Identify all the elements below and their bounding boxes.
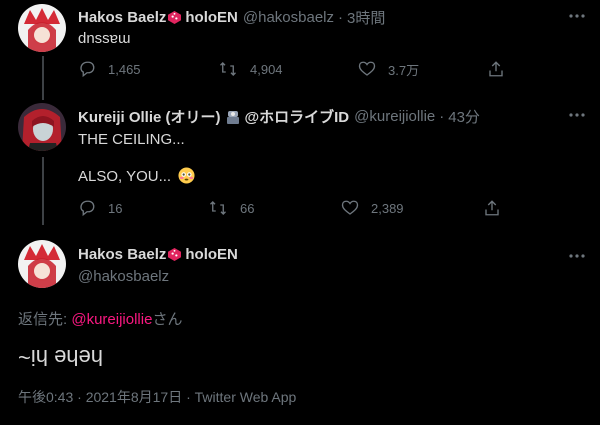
reply-button[interactable]: 16 [78, 198, 122, 218]
more-icon[interactable] [568, 105, 586, 121]
retweet-count: 66 [240, 200, 255, 216]
timestamp[interactable]: 43分 [448, 106, 480, 127]
reply-count: 16 [108, 200, 123, 216]
reply-suffix: さん [152, 311, 183, 328]
more-icon[interactable] [568, 6, 586, 22]
like-count: 3.7万 [388, 62, 420, 78]
avatar-hakos[interactable] [18, 240, 66, 288]
reply-prefix: 返信先: [18, 311, 72, 328]
main-display-name-row[interactable]: Hakos Baelz holoEN [78, 246, 238, 263]
separator-dot: · [338, 9, 343, 26]
retweet-icon [220, 62, 236, 76]
flushed-emoji [178, 167, 195, 184]
separator-dot: · [439, 108, 445, 125]
reply-to-link[interactable]: @kureijiollie [71, 311, 152, 328]
avatar-ollie[interactable] [18, 103, 66, 151]
display-name[interactable]: Kureiji Ollie (オリー) [78, 106, 221, 127]
retweet-button[interactable]: 66 [208, 198, 254, 218]
share-icon [489, 61, 503, 77]
dice-icon [168, 248, 182, 261]
reply-button[interactable]: 1,465 [78, 59, 141, 79]
retweet-icon [210, 201, 226, 215]
like-count: 2,389 [371, 200, 404, 216]
handle[interactable]: @hakosbaelz [78, 268, 169, 285]
tweet-hakos-1[interactable]: Hakos Baelz holoEN @hakosbaelz · 3時間 dns… [0, 0, 600, 100]
share-icon [485, 200, 499, 216]
thread-line [42, 56, 44, 100]
org-label: holoEN [185, 246, 238, 263]
reply-icon [80, 61, 95, 78]
tweet-text: dnssɐɯ [78, 30, 131, 47]
tweet-meta[interactable]: 午後0:43 · 2021年8月17日 · Twitter Web App [18, 387, 296, 407]
verified-icon [226, 110, 239, 124]
tweet-actions: 16 66 2,389 [78, 198, 508, 218]
tweet-actions: 1,465 4,904 3.7万 [78, 59, 508, 79]
org-label: @ホロライブID [244, 109, 350, 126]
org-label: holoEN [185, 9, 238, 26]
tweet-text-line-1: THE CEILING... [78, 131, 185, 148]
handle[interactable]: @hakosbaelz [243, 9, 334, 26]
more-icon[interactable] [568, 246, 586, 262]
like-icon [358, 61, 376, 76]
reply-count: 1,465 [108, 61, 141, 77]
share-button[interactable] [483, 198, 501, 218]
retweet-button[interactable]: 4,904 [218, 59, 283, 79]
main-handle-row: @hakosbaelz [78, 268, 169, 285]
retweet-count: 4,904 [250, 61, 283, 77]
reply-context: 返信先: @kureijiollieさん [18, 308, 182, 329]
like-button[interactable]: 3.7万 [358, 59, 419, 79]
reply-icon [80, 200, 95, 217]
avatar-hakos[interactable] [18, 4, 66, 52]
main-tweet-text: hehe hi~ [18, 345, 104, 370]
handle[interactable]: @kureijiollie [354, 108, 435, 125]
thread-line [42, 157, 44, 225]
tweet-text: ALSO, YOU... [78, 168, 172, 185]
display-name[interactable]: Hakos Baelz [78, 246, 166, 263]
tweet-header: Hakos Baelz holoEN @hakosbaelz · 3時間 [78, 7, 385, 28]
like-button[interactable]: 2,389 [341, 198, 404, 218]
tweet-header: Kureiji Ollie (オリー) @ホロライブID @kureijioll… [78, 106, 480, 127]
like-icon [341, 200, 359, 215]
tweet-ollie[interactable]: Kureiji Ollie (オリー) @ホロライブID @kureijioll… [0, 95, 600, 225]
tweet-text-line-2: ALSO, YOU... [78, 167, 195, 185]
main-tweet: Hakos Baelz holoEN @hakosbaelz 返信先: @kur… [0, 232, 600, 425]
dice-icon [168, 11, 182, 24]
share-button[interactable] [487, 59, 505, 79]
display-name[interactable]: Hakos Baelz [78, 9, 166, 26]
timestamp[interactable]: 3時間 [347, 7, 385, 28]
